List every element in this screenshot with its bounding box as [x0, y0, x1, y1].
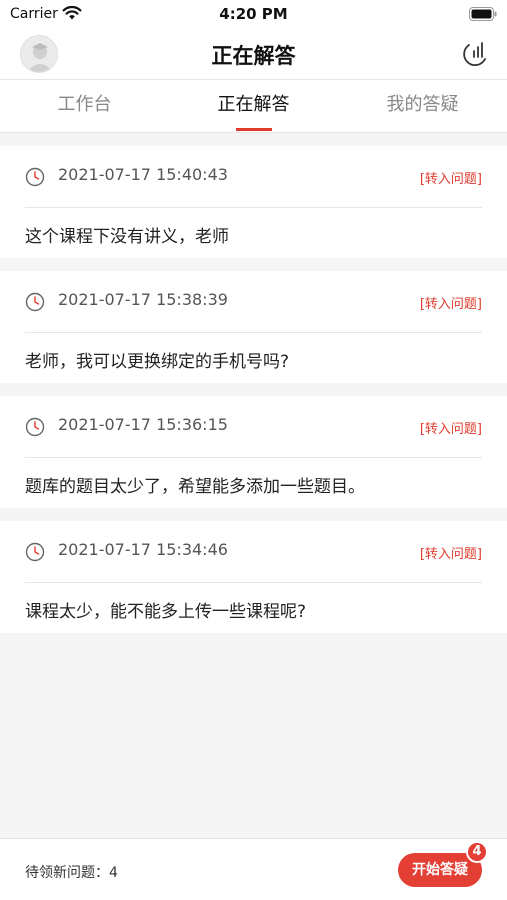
clock-icon: [25, 417, 45, 437]
question-card-header: 2021-07-17 15:36:15 [转入问题]: [25, 396, 482, 458]
question-text[interactable]: 这个课程下没有讲义，老师: [25, 222, 482, 247]
status-time: 4:20 PM: [219, 5, 288, 23]
question-time: 2021-07-17 15:38:39: [58, 290, 228, 309]
tab-bar: 工作台 正在解答 我的答疑: [0, 80, 507, 133]
question-text[interactable]: 题库的题目太少了，希望能多添加一些题目。: [25, 472, 482, 497]
active-tab-indicator: [235, 128, 272, 131]
page-title: 正在解答: [211, 44, 296, 68]
battery-icon: [469, 7, 497, 21]
statistics-icon[interactable]: [461, 40, 489, 68]
clock-icon: [25, 292, 45, 312]
transfer-question-link[interactable]: [转入问题]: [420, 293, 482, 312]
transfer-question-link[interactable]: [转入问题]: [420, 168, 482, 187]
pending-count-badge: 4: [466, 841, 488, 863]
tab-label: 工作台: [57, 94, 112, 115]
question-card-header: 2021-07-17 15:40:43 [转入问题]: [25, 146, 482, 208]
question-card: 2021-07-17 15:38:39 [转入问题] 老师，我可以更换绑定的手机…: [0, 271, 507, 383]
question-card: 2021-07-17 15:34:46 [转入问题] 课程太少，能不能多上传一些…: [0, 521, 507, 633]
clock-icon: [25, 167, 45, 187]
tab-label: 正在解答: [217, 94, 290, 115]
question-time: 2021-07-17 15:34:46: [58, 540, 228, 559]
tab-answering[interactable]: 正在解答: [169, 80, 338, 133]
question-card: 2021-07-17 15:36:15 [转入问题] 题库的题目太少了，希望能多…: [0, 396, 507, 508]
tab-label: 我的答疑: [386, 94, 459, 115]
start-answering-label: 开始答疑: [412, 862, 468, 878]
pending-questions-label: 待领新问题：4: [25, 865, 118, 881]
status-bar: Carrier 4:20 PM: [0, 0, 507, 30]
question-time: 2021-07-17 15:36:15: [58, 415, 228, 434]
clock-icon: [25, 542, 45, 562]
tab-workbench[interactable]: 工作台: [0, 80, 169, 133]
question-card-header: 2021-07-17 15:34:46 [转入问题]: [25, 521, 482, 583]
question-text[interactable]: 老师，我可以更换绑定的手机号吗?: [25, 347, 482, 372]
tab-my-questions[interactable]: 我的答疑: [338, 80, 507, 133]
navigation-bar: 正在解答: [0, 30, 507, 80]
question-text[interactable]: 课程太少，能不能多上传一些课程呢?: [25, 597, 482, 622]
question-time: 2021-07-17 15:40:43: [58, 165, 228, 184]
transfer-question-link[interactable]: [转入问题]: [420, 418, 482, 437]
question-card-header: 2021-07-17 15:38:39 [转入问题]: [25, 271, 482, 333]
start-answering-button[interactable]: 开始答疑 4: [398, 841, 488, 887]
footer-bar: 待领新问题：4 开始答疑 4: [0, 838, 507, 900]
question-card: 2021-07-17 15:40:43 [转入问题] 这个课程下没有讲义，老师: [0, 146, 507, 258]
transfer-question-link[interactable]: [转入问题]: [420, 543, 482, 562]
